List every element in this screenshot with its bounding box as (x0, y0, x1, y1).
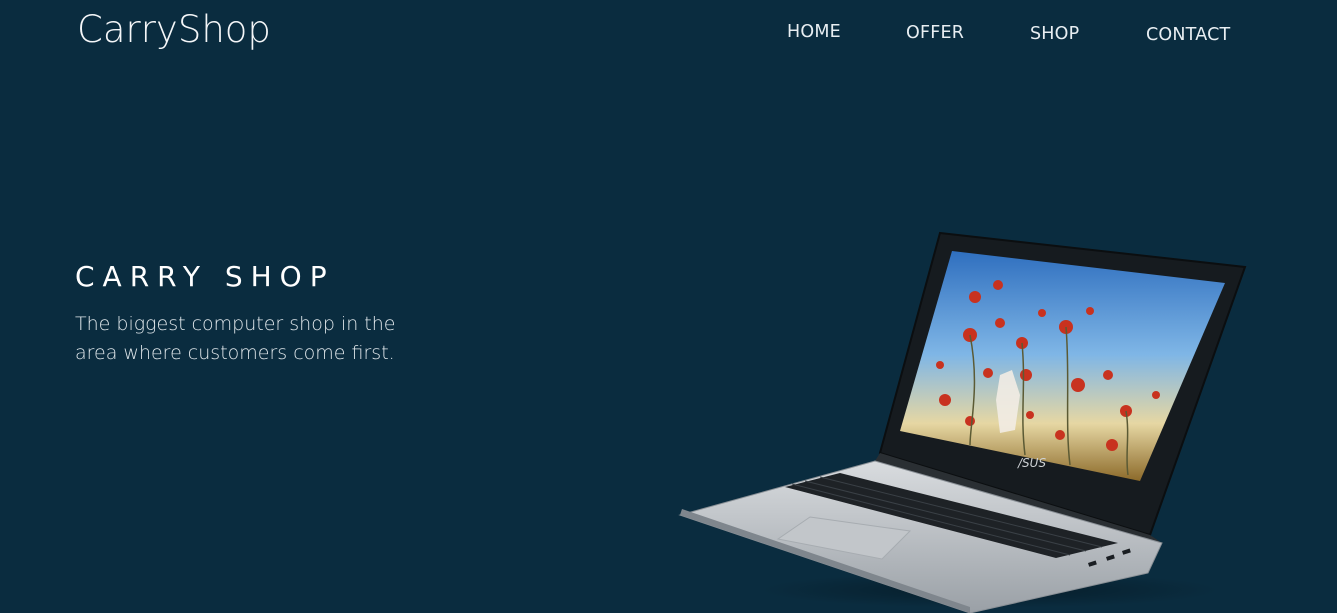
nav-shop[interactable]: SHOP (1030, 24, 1079, 44)
laptop-image: /SUS (678, 231, 1247, 613)
main-nav: HOME OFFER SHOP CONTACT (0, 22, 1337, 52)
laptop-brand-logo: /SUS (1017, 456, 1046, 470)
hero-title: CARRY SHOP (75, 260, 335, 293)
hero-description: The biggest computer shop in the area wh… (75, 313, 396, 364)
nav-contact[interactable]: CONTACT (1146, 25, 1230, 45)
nav-home[interactable]: HOME (787, 22, 841, 42)
nav-offer[interactable]: OFFER (906, 23, 964, 43)
